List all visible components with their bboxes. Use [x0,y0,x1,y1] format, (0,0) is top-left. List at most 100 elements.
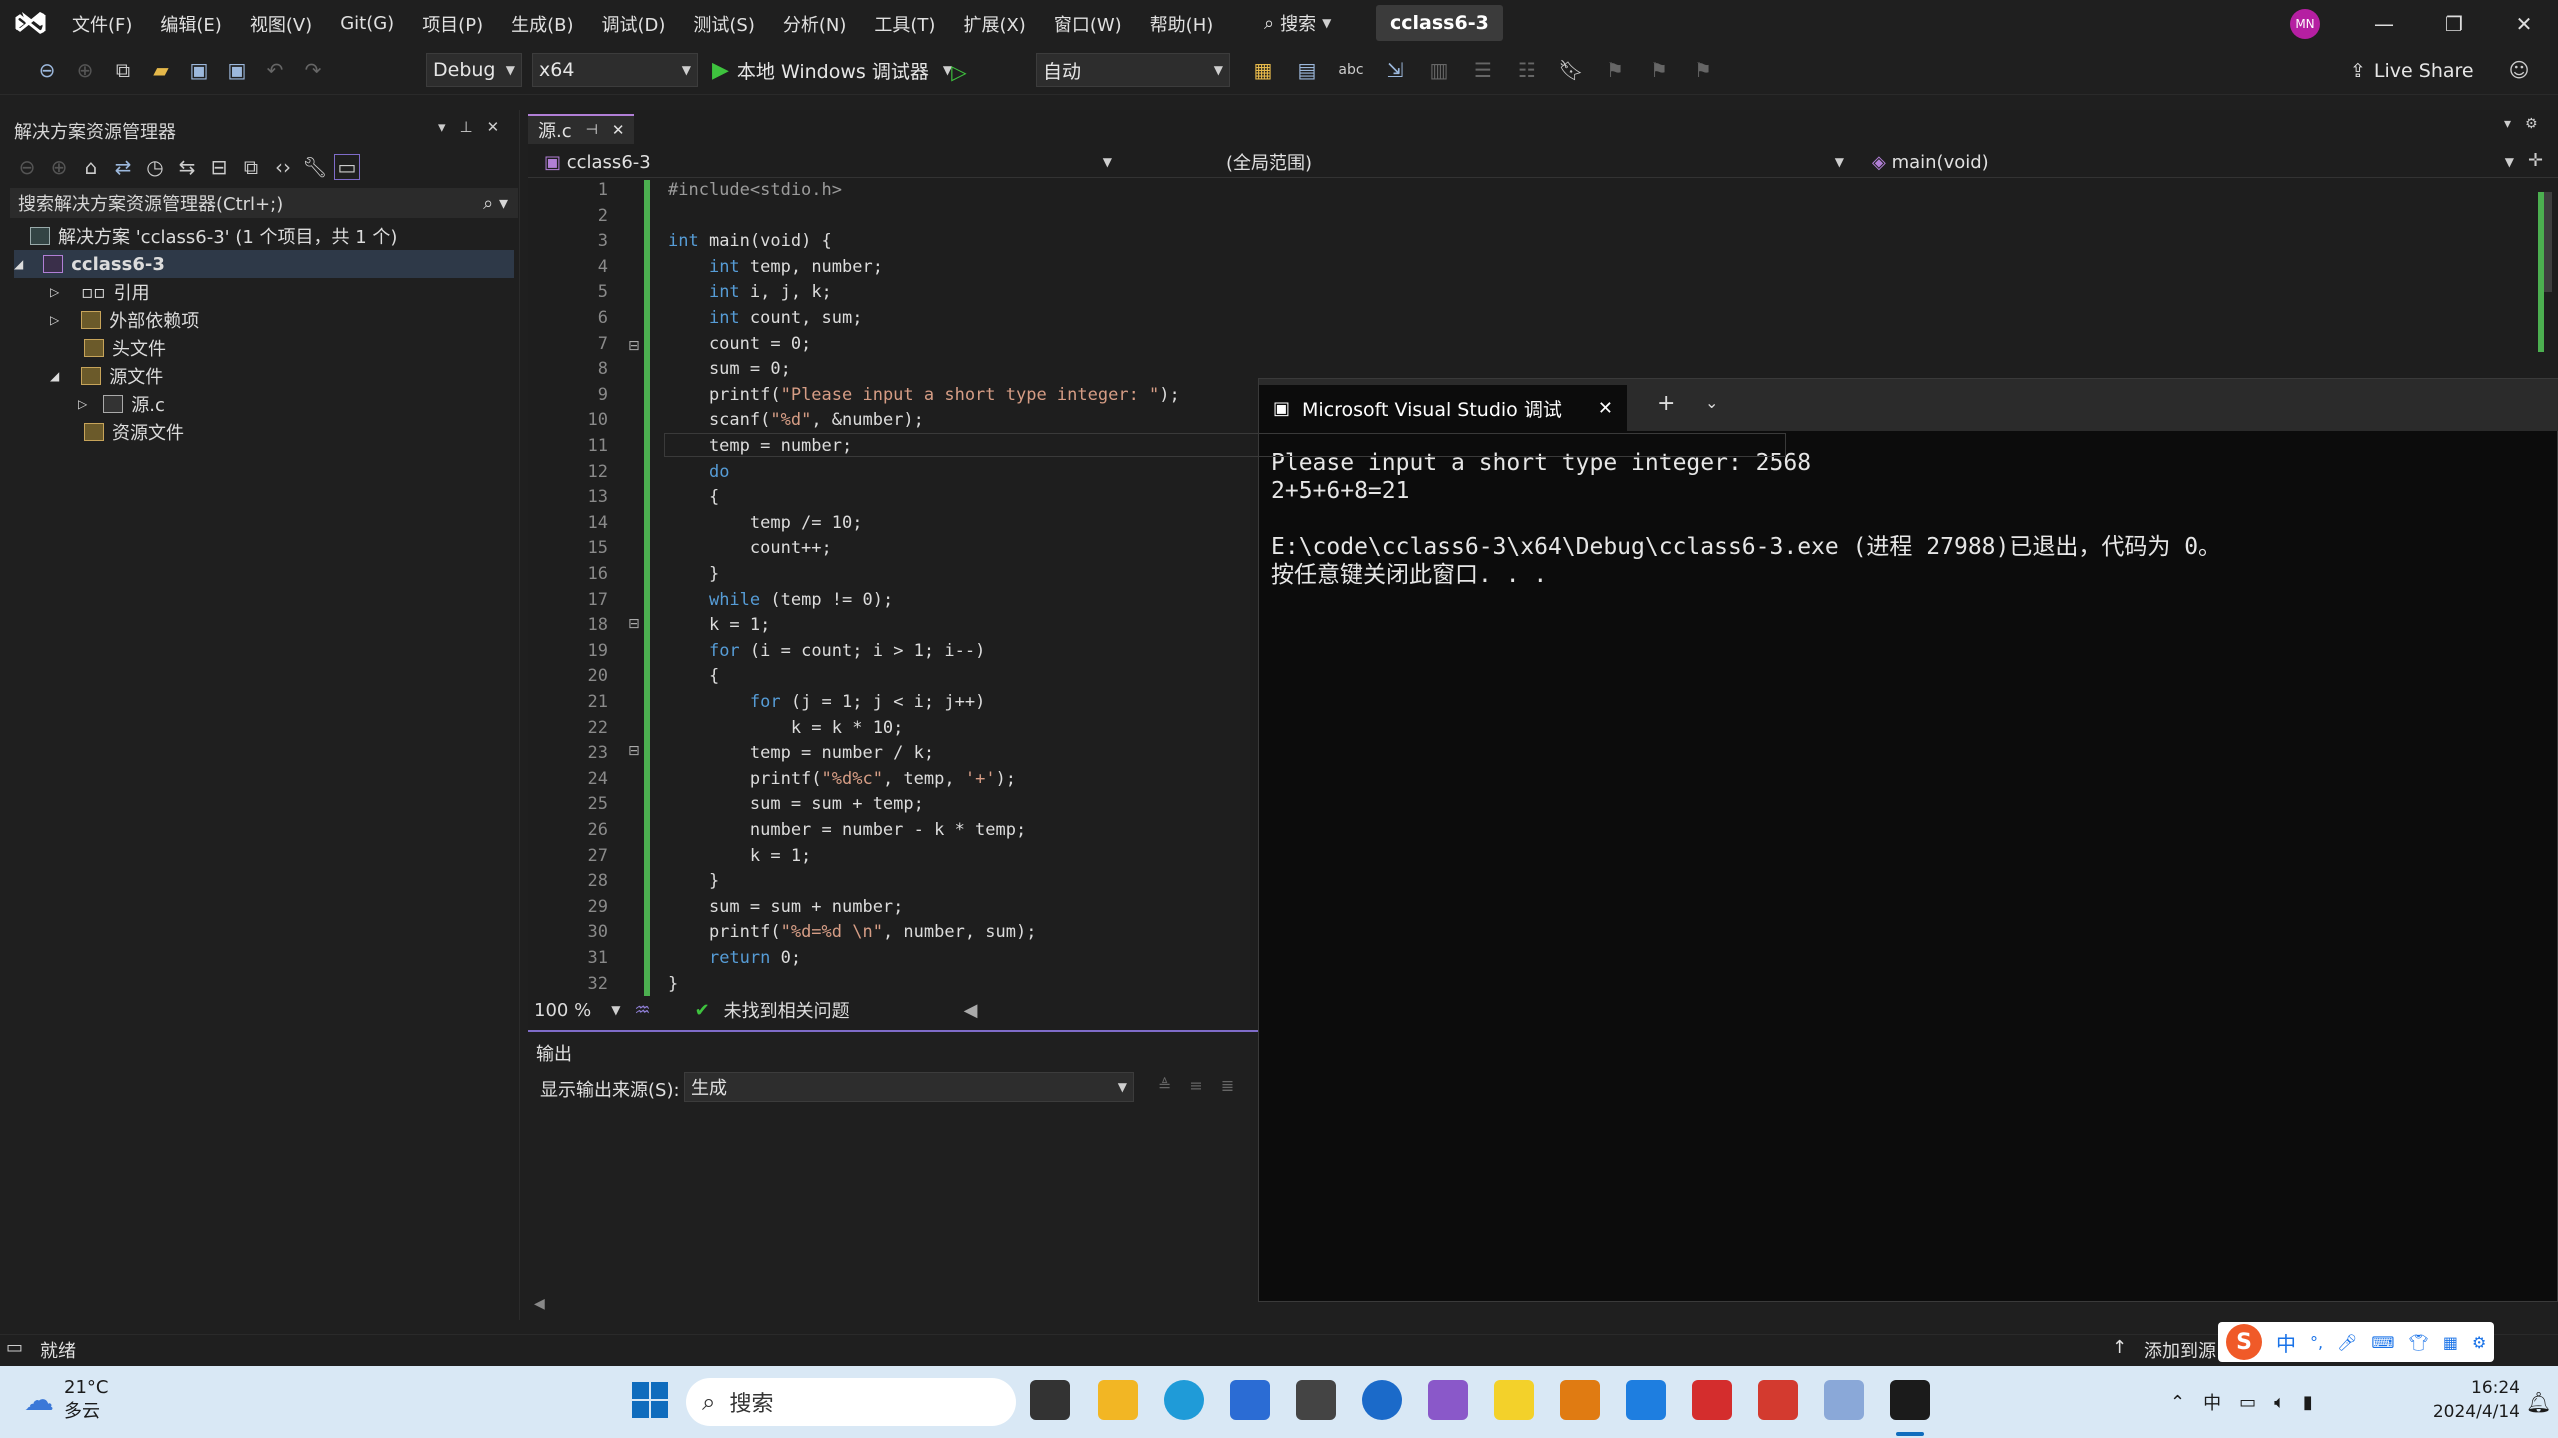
chevron-down-icon[interactable]: ⌄ [1705,393,1718,412]
ime-language[interactable]: 中 [2276,1328,2296,1357]
menu-item[interactable]: 视图(V) [236,0,326,47]
tab-list-icon[interactable]: ▾ [2504,116,2511,132]
menu-item[interactable]: 工具(T) [860,0,949,47]
code-line[interactable]: } [668,974,678,994]
battery-icon[interactable]: ▮ [2303,1392,2313,1413]
open-folder-icon[interactable]: ▰ [148,57,174,83]
menu-item[interactable]: 测试(S) [679,0,768,47]
visual-studio-icon[interactable] [1428,1380,1468,1420]
code-line[interactable]: for (j = 1; j < i; j++) [668,692,985,712]
tab-source-file[interactable]: 源.c ⊣ ✕ [528,114,635,144]
next-bookmark-icon[interactable]: ⚑ [1646,57,1672,83]
layout-icon[interactable]: ▤ [1294,57,1320,83]
live-share-button[interactable]: ⇪ Live Share [2350,55,2474,87]
find-message-icon[interactable]: ≜ [1158,1076,1171,1095]
configuration-dropdown[interactable]: Debug ▼ [426,53,522,87]
panel-menu-icon[interactable]: ▾ [438,118,446,136]
close-icon[interactable]: ✕ [487,118,500,136]
preview-icon[interactable]: ▭ [334,154,360,180]
wps-icon[interactable] [1758,1380,1798,1420]
pdf-icon[interactable] [1692,1380,1732,1420]
menu-item[interactable]: Git(G) [326,0,408,47]
nav-function-dropdown[interactable]: ◈ main(void) ▼ [1864,148,2522,176]
code-line[interactable]: printf("%d%c", temp, '+'); [668,769,1016,789]
clear-bookmark-icon[interactable]: ⚑ [1690,57,1716,83]
player-icon[interactable] [1494,1380,1534,1420]
code-line[interactable]: k = k * 10; [668,718,904,738]
code-line[interactable]: int count, sum; [668,308,863,328]
file-explorer-icon[interactable] [1098,1380,1138,1420]
code-line[interactable]: int i, j, k; [668,282,832,302]
word-wrap-icon[interactable]: ≣ [1221,1076,1234,1095]
terminal-output[interactable]: Please input a short type integer: 2568 2… [1271,449,2221,589]
code-line[interactable]: printf("Please input a short type intege… [668,385,1180,405]
forward-icon[interactable]: ⊕ [72,57,98,83]
avatar[interactable]: MN [2290,9,2320,39]
tree-item-headers[interactable]: 头文件 [84,334,166,362]
code-line[interactable]: return 0; [668,948,801,968]
terminal-tab[interactable]: ▣ Microsoft Visual Studio 调试 ✕ [1259,385,1627,431]
save-icon[interactable]: ▣ [186,57,212,83]
menu-item[interactable]: 窗口(W) [1040,0,1136,47]
store-icon[interactable] [1230,1380,1270,1420]
comment-icon[interactable]: ☰ [1470,57,1496,83]
zoom-level[interactable]: 100 % [534,1000,591,1021]
new-project-icon[interactable]: ⧉ [110,57,136,83]
code-line[interactable]: { [668,666,719,686]
keyboard-icon[interactable]: ⌨ [2371,1333,2394,1352]
code-line[interactable]: int temp, number; [668,257,883,277]
undo-icon[interactable]: ↶ [262,57,288,83]
settings-icon[interactable]: ⚙ [2472,1333,2486,1352]
code-line[interactable]: temp = number / k; [668,743,934,763]
code-line[interactable]: printf("%d=%d \n", number, sum); [668,922,1037,942]
close-tab-icon[interactable]: ✕ [1598,398,1613,419]
code-line[interactable]: for (i = count; i > 1; i--) [668,641,985,661]
view-code-icon[interactable]: ‹› [270,154,296,180]
start-debugging-button[interactable]: ▶ 本地 Windows 调试器 ▼ [712,53,952,87]
weather-widget[interactable]: ☁ 21°C 多云 [24,1376,108,1424]
properties-icon[interactable]: 🔧︎ [302,154,328,180]
menu-item[interactable]: 调试(D) [588,0,680,47]
spellcheck-icon[interactable]: abc [1338,57,1364,83]
scroll-left-icon[interactable]: ◀ [964,1000,978,1021]
start-button[interactable] [630,1380,670,1420]
code-line[interactable]: sum = 0; [668,359,791,379]
close-button[interactable]: ✕ [2490,0,2558,47]
tools-icon[interactable]: ▦ [2443,1333,2458,1352]
code-line[interactable]: } [668,564,719,584]
code-line[interactable]: sum = sum + temp; [668,794,924,814]
tree-item-references[interactable]: ▷ ▫▫ 引用 [50,278,150,306]
terminal-app-icon[interactable] [1890,1380,1930,1420]
menu-item[interactable]: 扩展(X) [949,0,1039,47]
code-line[interactable]: k = 1; [668,615,770,635]
chevron-down-icon[interactable]: ▼ [611,1003,620,1017]
tree-item-external-deps[interactable]: ▷ 外部依赖项 [50,306,199,334]
history-icon[interactable]: ◷ [142,154,168,180]
pin-icon[interactable]: ⊣ [586,122,598,138]
slides-icon[interactable] [1560,1380,1600,1420]
back-icon[interactable]: ⊖ [14,154,40,180]
collapse-icon[interactable]: ⊟ [628,743,640,759]
solution-search-input[interactable]: 搜索解决方案资源管理器(Ctrl+;) ⌕ ▾ [10,188,518,218]
collapse-all-icon[interactable]: ⊟ [206,154,232,180]
tree-item-resources[interactable]: 资源文件 [84,418,184,446]
menu-item[interactable]: 生成(B) [497,0,587,47]
collapse-icon[interactable]: ⊟ [628,616,640,632]
clock[interactable]: 16:24 2024/4/14 [2400,1376,2520,1424]
nav-project-dropdown[interactable]: ▣ cclass6-3 ▼ [536,148,1120,176]
code-line[interactable]: k = 1; [668,846,811,866]
bookmark-icon[interactable]: 🔖︎ [1558,57,1584,83]
feedback-icon[interactable]: ☺ [2506,57,2532,83]
menu-item[interactable]: 帮助(H) [1136,0,1228,47]
redo-icon[interactable]: ↷ [300,57,326,83]
app-icon[interactable] [1362,1380,1402,1420]
code-line[interactable]: scanf("%d", &number); [668,410,924,430]
platform-dropdown[interactable]: x64 ▼ [532,53,698,87]
restore-button[interactable]: ❐ [2420,0,2488,47]
start-without-debugging-icon[interactable]: ▷ [946,59,972,85]
edge-icon[interactable] [1164,1380,1204,1420]
menu-item[interactable]: 项目(P) [408,0,497,47]
sogou-logo-icon[interactable]: S [2226,1324,2262,1360]
home-icon[interactable]: ⌂ [78,154,104,180]
issues-status[interactable]: 未找到相关问题 [724,997,850,1023]
